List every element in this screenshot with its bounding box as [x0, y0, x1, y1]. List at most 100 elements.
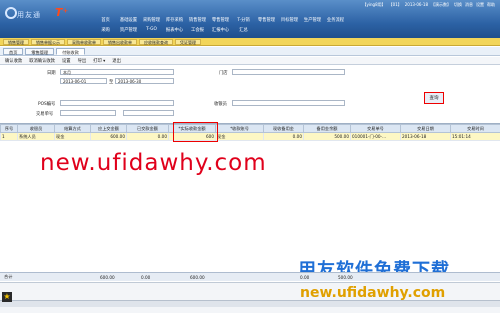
status-date: 2013-06-18	[404, 2, 428, 7]
cell-trade-date: 2013-06-18	[400, 132, 451, 141]
table-header-row: 序号 收银员 结算方式 应上交金额 已交款金额 *实际收款金额 *收款账号 现收…	[0, 124, 500, 133]
cell-paid-amount: 0.00	[126, 132, 169, 141]
receipt-grid: 序号 收银员 结算方式 应上交金额 已交款金额 *实际收款金额 *收款账号 现收…	[0, 123, 500, 271]
main-menu-row1: 首页 基础设置 采购管理 库存采购 销售管理 零售管理 T-分销 零售管理 目标…	[94, 17, 347, 23]
settings-link[interactable]: 设置	[476, 2, 484, 10]
total-reserve: 0.00	[300, 274, 310, 280]
cashier-input[interactable]	[232, 100, 345, 106]
logo-text: 用友通	[17, 11, 41, 19]
watermark-url-red: new.ufidawhy.com	[40, 150, 267, 176]
col-header[interactable]: 交易日期	[400, 124, 451, 133]
menu-item[interactable]: 采购管理	[140, 17, 163, 23]
open-tabs-bar: 销售管理 销售单据公示 采购单收款单 销售出收款单 应收账款查询 凭证管理	[0, 38, 500, 46]
date-to-input[interactable]: 2013-06-30	[115, 78, 174, 84]
date-period-select[interactable]: 本月	[60, 69, 174, 75]
open-tab[interactable]: 应收账款查询	[139, 38, 173, 45]
status-account: 【01】	[388, 2, 402, 7]
col-header[interactable]: 已交款金额	[126, 124, 169, 133]
col-header[interactable]: 交易单号	[350, 124, 401, 133]
menu-item[interactable]: 汇报中心	[209, 27, 232, 33]
cell-due-amount: 600.00	[90, 132, 127, 141]
menu-item[interactable]: 工会报	[186, 27, 209, 33]
date-sep-label: 至	[109, 80, 114, 85]
star-icon[interactable]: ★	[2, 292, 12, 302]
table-row[interactable]: 1 系统人员 现金 600.00 0.00 600 现金 0.00 500.00…	[0, 132, 500, 141]
total-actual: 600.00	[190, 274, 205, 280]
col-header[interactable]: *收款账号	[215, 124, 264, 133]
cashier-label: 收银员	[214, 102, 227, 107]
menu-item[interactable]: 零售管理	[209, 17, 232, 23]
total-paid: 0.00	[141, 274, 151, 280]
highlight-box	[173, 122, 218, 142]
pos-label: POS编号	[38, 102, 56, 107]
cell-settlement: 现金	[54, 132, 91, 141]
cell-reserve: 0.00	[263, 132, 304, 141]
cell-trade-no: 010001-门-00-...	[350, 132, 401, 141]
settings-button[interactable]: 设置	[62, 58, 71, 64]
menu-item[interactable]: 库存采购	[163, 17, 186, 23]
menu-item[interactable]: 采购	[94, 27, 117, 33]
logo-mark-icon	[5, 7, 17, 19]
trade-no-op-select[interactable]	[60, 110, 116, 116]
cell-trade-time: 15:01:14	[450, 132, 500, 141]
print-button[interactable]: 打印 ▾	[93, 58, 105, 64]
col-header[interactable]: 交易时间	[450, 124, 500, 133]
cell-account[interactable]: 现金	[215, 132, 264, 141]
tab-home[interactable]: 首页	[3, 47, 24, 55]
col-header[interactable]: 备用金余额	[303, 124, 351, 133]
menu-item[interactable]: T-分销	[232, 17, 255, 23]
status-user: 【ying8用】	[362, 2, 386, 7]
menu-item[interactable]: 首页	[94, 17, 117, 23]
message-link[interactable]: 消息	[465, 2, 473, 10]
col-header[interactable]: 结算方式	[54, 124, 91, 133]
tab-payment-receipt[interactable]: 付账收款	[56, 47, 85, 55]
trade-no-input[interactable]	[123, 110, 174, 116]
menu-item[interactable]: 资产管理	[117, 27, 140, 33]
open-tab[interactable]: 采购单收款单	[67, 38, 101, 45]
menu-item[interactable]: 目标管理	[278, 17, 301, 23]
query-button[interactable]: 查询	[424, 92, 444, 104]
cell-reserve-balance: 500.00	[303, 132, 351, 141]
date-from-input[interactable]: 2013-06-01	[60, 78, 107, 84]
menu-item[interactable]: 基础设置	[117, 17, 140, 23]
menu-item[interactable]: 报表中心	[163, 27, 186, 33]
horizontal-scrollbar[interactable]	[0, 300, 500, 307]
confirm-receipt-button[interactable]: 确认收款	[5, 58, 22, 64]
store-input[interactable]	[232, 69, 345, 75]
total-due: 600.00	[100, 274, 115, 280]
exit-button[interactable]: 退出	[112, 58, 121, 64]
open-tab[interactable]: 销售出收款单	[103, 38, 137, 45]
logo-t-plus: T⁺	[55, 6, 69, 19]
toolbar: 确认收款 取消确认收款 设置 导出 打印 ▾ 退出	[0, 57, 500, 65]
switch-link[interactable]: 切换	[454, 2, 462, 10]
main-menu-row2: 采购 资产管理 T-GO 报表中心 工会报 汇报中心 汇总	[94, 27, 255, 33]
export-button[interactable]: 导出	[78, 58, 87, 64]
col-header[interactable]: 应上交金额	[90, 124, 127, 133]
receipt-table: 序号 收银员 结算方式 应上交金额 已交款金额 *实际收款金额 *收款账号 现收…	[0, 124, 500, 141]
trade-no-label: 交易单号	[36, 112, 54, 117]
cancel-confirm-button[interactable]: 取消确认收款	[29, 58, 55, 64]
open-tab[interactable]: 凭证管理	[175, 38, 201, 45]
col-header[interactable]: 收银员	[17, 124, 55, 133]
sub-tabs-bar: 首页 零售管理 付账收款	[0, 47, 500, 56]
open-tab[interactable]: 销售管理	[3, 38, 29, 45]
open-tab[interactable]: 销售单据公示	[31, 38, 65, 45]
app-logo: 用友通 T⁺	[3, 4, 73, 28]
pos-input[interactable]	[60, 100, 174, 106]
cell-cashier: 系统人员	[17, 132, 55, 141]
watermark-url-orange: new.ufidawhy.com	[300, 285, 446, 301]
total-reserve-balance: 500.00	[338, 274, 353, 280]
menu-item[interactable]: 零售管理	[255, 17, 278, 23]
menu-item[interactable]: T-GO	[140, 27, 163, 33]
app-header: 用友通 T⁺ 【ying8用】 【01】 2013-06-18 【演示数】 切换…	[0, 0, 500, 38]
menu-item[interactable]: 生产管理	[301, 17, 324, 23]
help-link[interactable]: 帮助	[487, 2, 495, 10]
menu-item[interactable]: 业务流程	[324, 17, 347, 23]
tab-retail[interactable]: 零售管理	[25, 47, 55, 55]
col-header[interactable]: 序号	[0, 124, 18, 133]
menu-item[interactable]: 销售管理	[186, 17, 209, 23]
col-header[interactable]: 现收备用金	[263, 124, 304, 133]
menu-item[interactable]: 汇总	[232, 27, 255, 33]
status-demo: 【演示数】	[431, 2, 451, 7]
totals-label: 合计	[4, 274, 13, 279]
